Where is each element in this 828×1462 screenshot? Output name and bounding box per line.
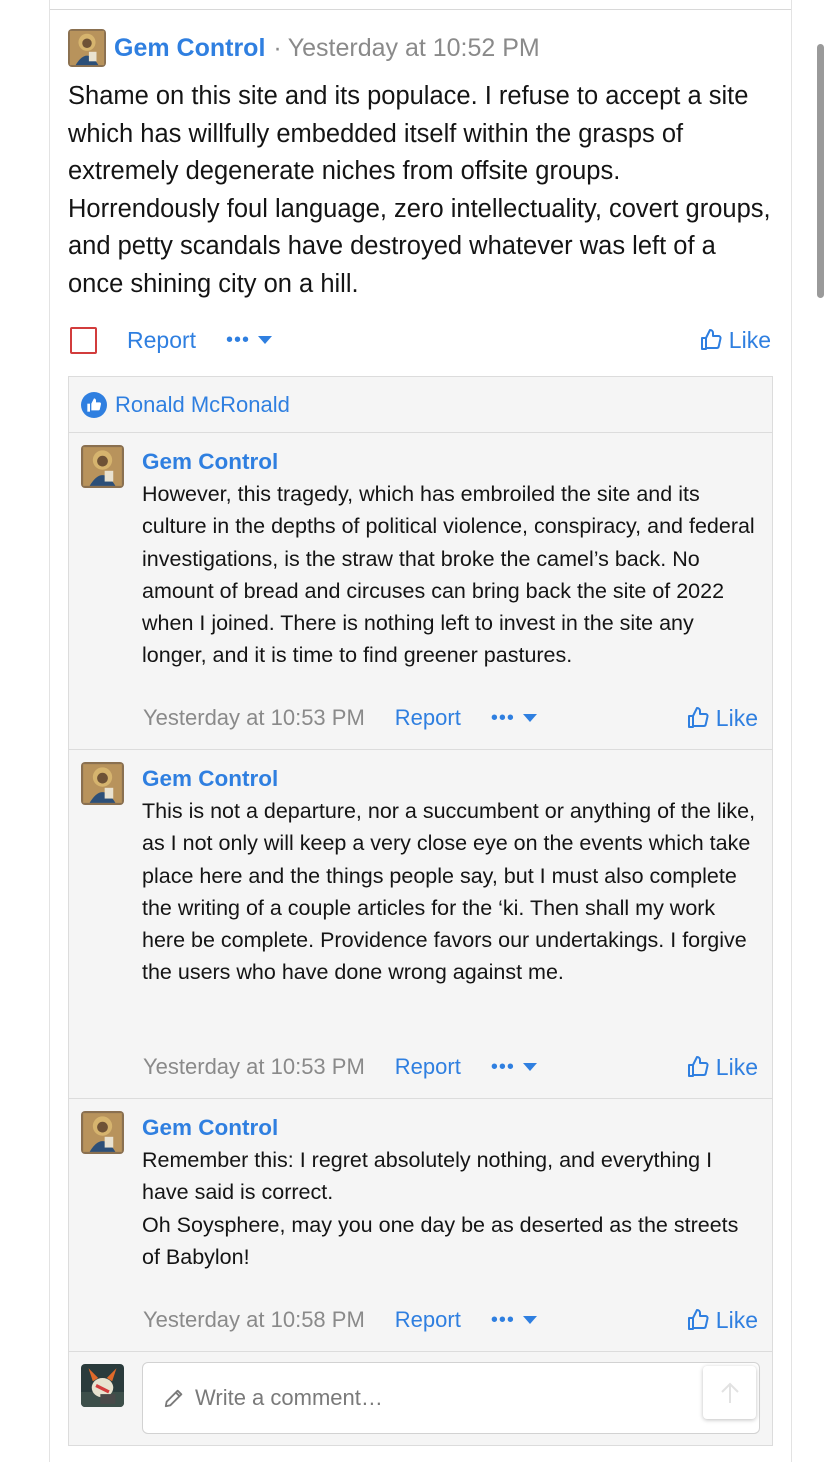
comment-text: This is not a departure, nor a succumben… xyxy=(142,799,756,985)
post-actions: Report ••• Like xyxy=(68,322,771,358)
caret-down-icon xyxy=(258,336,273,344)
comment-actions: Yesterday at 10:53 PM Report ••• Like xyxy=(143,701,758,735)
comment-report-link[interactable]: Report xyxy=(395,1054,461,1080)
thumbs-up-icon xyxy=(687,707,709,728)
comment-report-link[interactable]: Report xyxy=(395,705,461,731)
comment-text: However, this tragedy, which has embroil… xyxy=(142,482,755,668)
comment-author-avatar[interactable] xyxy=(81,762,124,805)
comment-author-name[interactable]: Gem Control xyxy=(142,449,278,475)
comment-more-options-menu[interactable]: ••• xyxy=(491,1056,537,1079)
comment-more-options-menu[interactable]: ••• xyxy=(491,707,537,730)
comment-text: Remember this: I regret absolutely nothi… xyxy=(142,1148,739,1269)
comment-report-link[interactable]: Report xyxy=(395,1307,461,1333)
caret-down-icon xyxy=(522,714,537,722)
current-user-avatar[interactable] xyxy=(81,1364,124,1407)
header-separator: · xyxy=(273,33,282,62)
select-checkbox[interactable] xyxy=(70,326,97,354)
caret-down-icon xyxy=(522,1063,537,1071)
like-button[interactable]: Like xyxy=(699,327,771,354)
like-label: Like xyxy=(715,1053,758,1080)
comment-like-button[interactable]: Like xyxy=(686,705,758,732)
comment-like-button[interactable]: Like xyxy=(686,1054,758,1081)
ellipsis-icon: ••• xyxy=(490,1055,515,1078)
comment-input[interactable]: Write a comment… xyxy=(142,1362,760,1434)
comment-actions: Yesterday at 10:58 PM Report ••• Like xyxy=(143,1303,758,1337)
comment-author-name[interactable]: Gem Control xyxy=(142,766,278,792)
post-header: Gem Control · Yesterday at 10:52 PM xyxy=(68,29,540,67)
ellipsis-icon: ••• xyxy=(226,328,251,351)
liker-name[interactable]: Ronald McRonald xyxy=(115,392,290,418)
top-divider xyxy=(50,9,791,10)
thumbs-up-icon xyxy=(687,1056,709,1077)
comment-author-avatar[interactable] xyxy=(81,445,124,488)
comment-author-avatar[interactable] xyxy=(81,1111,124,1154)
report-link[interactable]: Report xyxy=(127,327,196,354)
page-scrollbar[interactable] xyxy=(817,44,824,298)
comment-actions: Yesterday at 10:53 PM Report ••• Like xyxy=(143,1050,758,1084)
arrow-up-icon xyxy=(720,1382,739,1403)
like-label: Like xyxy=(728,326,771,353)
comment-author-name[interactable]: Gem Control xyxy=(142,1115,278,1141)
ellipsis-icon: ••• xyxy=(490,706,515,729)
comment-item: Gem Control Remember this: I regret abso… xyxy=(69,1099,772,1352)
comment-item: Gem Control However, this tragedy, which… xyxy=(69,433,772,750)
ellipsis-icon: ••• xyxy=(490,1308,515,1331)
like-label: Like xyxy=(715,704,758,731)
comments-section: Ronald McRonald Gem Control However, thi… xyxy=(68,376,773,1446)
comment-timestamp[interactable]: Yesterday at 10:58 PM xyxy=(143,1307,365,1333)
comment-timestamp[interactable]: Yesterday at 10:53 PM xyxy=(143,1054,365,1080)
post-author-avatar[interactable] xyxy=(68,29,106,67)
thumbs-up-icon xyxy=(687,1309,709,1330)
scroll-to-top-button[interactable] xyxy=(703,1366,756,1419)
post-author-name[interactable]: Gem Control xyxy=(114,34,265,63)
comment-timestamp[interactable]: Yesterday at 10:53 PM xyxy=(143,705,365,731)
comment-placeholder: Write a comment… xyxy=(195,1385,383,1410)
like-label: Like xyxy=(715,1306,758,1333)
write-comment-row: Write a comment… xyxy=(69,1352,772,1444)
comment-like-button[interactable]: Like xyxy=(686,1307,758,1334)
thumbs-up-icon xyxy=(700,329,722,350)
like-badge-icon xyxy=(81,391,107,418)
likes-summary: Ronald McRonald xyxy=(69,377,772,433)
pencil-icon xyxy=(164,1389,183,1408)
caret-down-icon xyxy=(522,1316,537,1324)
comment-more-options-menu[interactable]: ••• xyxy=(491,1309,537,1332)
post-page: Gem Control · Yesterday at 10:52 PM Sham… xyxy=(49,0,792,1462)
post-timestamp[interactable]: Yesterday at 10:52 PM xyxy=(288,34,540,63)
more-options-menu[interactable]: ••• xyxy=(226,328,273,352)
comment-item: Gem Control This is not a departure, nor… xyxy=(69,750,772,1099)
post-body: Shame on this site and its populace. I r… xyxy=(68,82,771,298)
